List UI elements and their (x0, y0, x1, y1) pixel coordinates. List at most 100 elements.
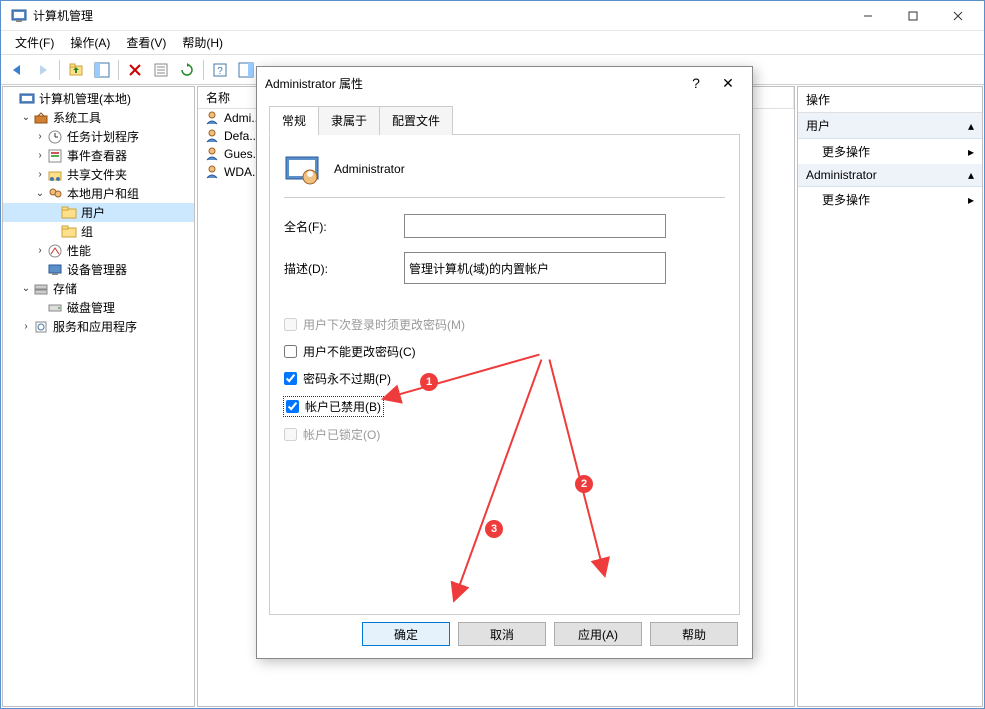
user-icon (284, 151, 320, 187)
tree-label: 系统工具 (53, 109, 101, 126)
dialog-help-button[interactable]: ? (680, 75, 712, 91)
checkbox-account-disabled[interactable] (286, 400, 299, 413)
menu-view[interactable]: 查看(V) (118, 32, 174, 53)
divider (284, 197, 725, 198)
properties-dialog: Administrator 属性 ? ✕ 常规 隶属于 配置文件 Adminis… (256, 66, 753, 659)
tree-local-users[interactable]: ⌄本地用户和组 (3, 184, 194, 203)
refresh-button[interactable] (175, 58, 199, 82)
actions-row-label: 更多操作 (822, 143, 870, 160)
menu-bar: 文件(F) 操作(A) 查看(V) 帮助(H) (1, 31, 984, 55)
tree-system-tools[interactable]: ⌄系统工具 (3, 108, 194, 127)
tree-event-viewer[interactable]: ›事件查看器 (3, 146, 194, 165)
dialog-close-button[interactable]: ✕ (712, 75, 744, 92)
cancel-button[interactable]: 取消 (458, 622, 546, 646)
tree-label: 计算机管理(本地) (39, 90, 131, 107)
help-button[interactable]: ? (208, 58, 232, 82)
checkbox-never-expire-row[interactable]: 密码永不过期(P) (284, 370, 725, 387)
apply-button[interactable]: 应用(A) (554, 622, 642, 646)
description-input[interactable] (404, 252, 666, 284)
tree-shared-folders[interactable]: ›共享文件夹 (3, 165, 194, 184)
fullname-input[interactable] (404, 214, 666, 238)
tree-label: 组 (81, 223, 93, 240)
tree-label: 服务和应用程序 (53, 318, 137, 335)
checkbox-disabled-row[interactable]: 帐户已禁用(B) (284, 397, 383, 416)
actions-section-administrator[interactable]: Administrator ▴ (798, 164, 982, 187)
window-titlebar: 计算机管理 (1, 1, 984, 31)
up-button[interactable] (64, 58, 88, 82)
actions-section-label: 用户 (806, 117, 830, 134)
actions-more-administrator[interactable]: 更多操作 ▸ (798, 187, 982, 212)
window-controls (845, 2, 980, 30)
fullname-row: 全名(F): (284, 214, 725, 238)
tree-users[interactable]: 用户 (3, 203, 194, 222)
tree-pane: 计算机管理(本地) ⌄系统工具 ›任务计划程序 ›事件查看器 ›共享文件夹 ⌄本… (2, 86, 195, 707)
fullname-label: 全名(F): (284, 218, 404, 235)
tree-label: 磁盘管理 (67, 299, 115, 316)
help-button[interactable]: 帮助 (650, 622, 738, 646)
actions-section-users[interactable]: 用户 ▴ (798, 113, 982, 139)
account-name: Administrator (334, 162, 405, 176)
window-title: 计算机管理 (33, 7, 845, 24)
back-button[interactable] (5, 58, 29, 82)
list-label: Defa... (224, 129, 259, 143)
tab-general[interactable]: 常规 (269, 106, 319, 135)
checkbox-locked-row: 帐户已锁定(O) (284, 426, 725, 443)
checkbox-cannot-change-row[interactable]: 用户不能更改密码(C) (284, 343, 725, 360)
tree-services[interactable]: ›服务和应用程序 (3, 317, 194, 336)
checkbox-label: 用户不能更改密码(C) (303, 343, 416, 360)
ok-button[interactable]: 确定 (362, 622, 450, 646)
tab-content-general: Administrator 全名(F): 描述(D): 用户下次登录时须更改密码… (269, 135, 740, 615)
tree-device-manager[interactable]: 设备管理器 (3, 260, 194, 279)
tab-member-of[interactable]: 隶属于 (318, 106, 380, 135)
action-pane-button[interactable] (234, 58, 258, 82)
dialog-button-row: 确定 取消 应用(A) 帮助 (362, 622, 738, 646)
tree-storage[interactable]: ⌄存储 (3, 279, 194, 298)
checkbox-label: 帐户已锁定(O) (303, 426, 380, 443)
description-label: 描述(D): (284, 260, 404, 277)
tree-groups[interactable]: 组 (3, 222, 194, 241)
menu-action[interactable]: 操作(A) (62, 32, 118, 53)
tree-label: 任务计划程序 (67, 128, 139, 145)
checkbox-must-change (284, 318, 297, 331)
tree-root[interactable]: 计算机管理(本地) (3, 89, 194, 108)
annotation-badge-2: 2 (575, 475, 593, 493)
tab-profile[interactable]: 配置文件 (379, 106, 453, 135)
toolbar-sep (118, 60, 119, 80)
tree-label: 存储 (53, 280, 77, 297)
dialog-title: Administrator 属性 (265, 75, 680, 92)
tree-disk-management[interactable]: 磁盘管理 (3, 298, 194, 317)
app-icon (11, 8, 27, 24)
collapse-icon: ▴ (968, 168, 974, 182)
forward-button[interactable] (31, 58, 55, 82)
actions-section-label: Administrator (806, 168, 877, 182)
properties-button[interactable] (149, 58, 173, 82)
minimize-button[interactable] (845, 2, 890, 30)
checkbox-label: 用户下次登录时须更改密码(M) (303, 316, 465, 333)
chevron-right-icon: ▸ (968, 193, 974, 207)
annotation-badge-1: 1 (420, 373, 438, 391)
actions-header: 操作 (798, 87, 982, 113)
checkbox-cannot-change[interactable] (284, 345, 297, 358)
close-button[interactable] (935, 2, 980, 30)
dialog-body: 常规 隶属于 配置文件 Administrator 全名(F): 描述(D): (257, 99, 752, 658)
svg-text:?: ? (217, 66, 223, 77)
menu-file[interactable]: 文件(F) (7, 32, 62, 53)
toolbar-sep (59, 60, 60, 80)
tree-performance[interactable]: ›性能 (3, 241, 194, 260)
annotation-badge-3: 3 (485, 520, 503, 538)
tab-strip: 常规 隶属于 配置文件 (269, 105, 740, 135)
checkbox-label: 密码永不过期(P) (303, 370, 391, 387)
checkbox-never-expire[interactable] (284, 372, 297, 385)
account-header: Administrator (284, 151, 725, 187)
tree-label: 事件查看器 (67, 147, 127, 164)
actions-more-users[interactable]: 更多操作 ▸ (798, 139, 982, 164)
show-hide-tree-button[interactable] (90, 58, 114, 82)
maximize-button[interactable] (890, 2, 935, 30)
tree-label: 性能 (67, 242, 91, 259)
menu-help[interactable]: 帮助(H) (174, 32, 231, 53)
tree-task-scheduler[interactable]: ›任务计划程序 (3, 127, 194, 146)
tree-label: 共享文件夹 (67, 166, 127, 183)
checkbox-account-locked (284, 428, 297, 441)
toolbar-sep (203, 60, 204, 80)
delete-button[interactable] (123, 58, 147, 82)
